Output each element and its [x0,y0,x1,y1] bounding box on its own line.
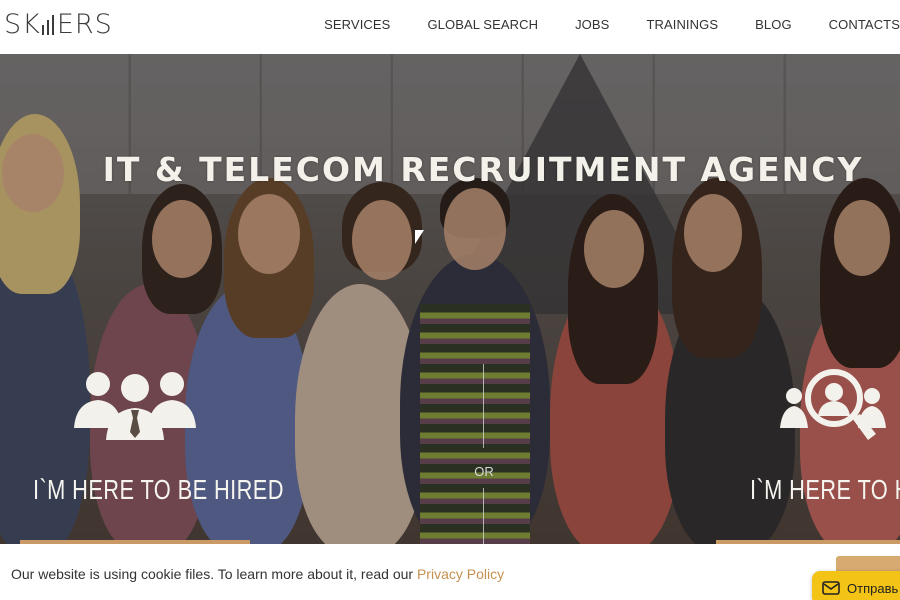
mouse-cursor-icon [415,230,424,244]
or-separator: OR [474,464,494,479]
nav-contacts[interactable]: CONTACTS [829,17,900,32]
cookie-text: Our website is using cookie files. To le… [11,566,417,582]
main-nav: SERVICES GLOBAL SEARCH JOBS TRAININGS BL… [287,0,900,48]
site-header: SK ERS SERVICES GLOBAL SEARCH JOBS TRAIN… [0,0,900,54]
hero-section: IT & TELECOM RECRUITMENT AGENCY I`M HERE… [0,54,900,544]
chat-widget-label: Отправь [847,580,899,596]
cookie-message: Our website is using cookie files. To le… [11,566,504,582]
hire-label: I`M HERE TO HIRE [750,474,900,505]
logo[interactable]: SK ERS [4,8,113,40]
logo-text-right: ERS [56,8,113,40]
chat-widget[interactable]: Отправь [812,571,900,600]
hire-me-option[interactable]: I`M HERE TO BE HIRED [0,364,300,544]
magnifier-person-icon [780,369,886,440]
hero-title: IT & TELECOM RECRUITMENT AGENCY [102,150,864,189]
logo-text-left: SK [4,8,41,40]
nav-trainings[interactable]: TRAININGS [646,17,718,32]
hire-option[interactable]: I`M HERE TO HIRE [716,364,900,544]
nav-jobs[interactable]: JOBS [575,17,609,32]
privacy-policy-link[interactable]: Privacy Policy [417,566,504,582]
nav-blog[interactable]: BLOG [755,17,792,32]
envelope-icon [822,581,840,595]
group-people-icon [74,372,196,440]
hire-me-label: I`M HERE TO BE HIRED [33,474,284,505]
cookie-banner: Our website is using cookie files. To le… [0,544,900,600]
nav-global-search[interactable]: GLOBAL SEARCH [427,17,538,32]
divider-line-top [483,364,484,448]
divider-line-bottom [483,488,484,544]
nav-services[interactable]: SERVICES [324,17,390,32]
logo-bars-icon [41,13,54,35]
